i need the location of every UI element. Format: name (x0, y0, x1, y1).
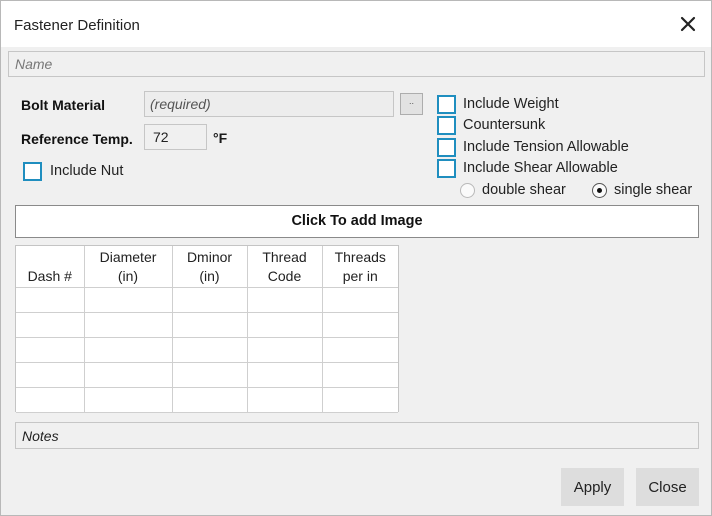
column-header-dash[interactable]: Dash # (16, 246, 85, 287)
radio-circle[interactable] (592, 182, 607, 198)
table-cell[interactable] (171, 336, 248, 363)
dash-table: Dash # Diameter (in) Dminor (in) Thread Cod… (15, 245, 399, 413)
include-tension-allowable-checkbox[interactable]: Include Tension Allowable (437, 137, 629, 157)
table-cell[interactable] (321, 386, 398, 413)
countersunk-label: Countersunk (463, 117, 546, 133)
column-header-diameter[interactable]: Diameter (in) (84, 246, 173, 287)
table-cell[interactable] (83, 386, 173, 413)
table-cell[interactable] (321, 286, 398, 313)
name-input[interactable] (8, 51, 705, 77)
fastener-definition-dialog: Fastener Definition Bolt Material .. Ref… (0, 0, 712, 516)
single-shear-label: single shear (614, 182, 693, 198)
table-cell[interactable] (171, 311, 248, 338)
table-cell[interactable] (16, 361, 85, 388)
checkbox-box[interactable] (437, 158, 456, 178)
close-x-icon[interactable] (677, 13, 699, 35)
table-cell[interactable] (16, 286, 85, 313)
checkbox-box[interactable] (23, 161, 42, 181)
temperature-unit: °F (213, 130, 228, 146)
bolt-material-input[interactable] (144, 91, 394, 117)
dialog-title: Fastener Definition (14, 17, 140, 34)
table-cell[interactable] (321, 361, 398, 388)
include-shear-allowable-label: Include Shear Allowable (463, 160, 618, 176)
reference-temp-label: Reference Temp. (21, 131, 133, 147)
notes-input[interactable] (15, 422, 699, 449)
column-header-dminor[interactable]: Dminor (in) (172, 246, 248, 287)
include-shear-allowable-checkbox[interactable]: Include Shear Allowable (437, 158, 618, 178)
table-cell[interactable] (246, 386, 323, 413)
add-image-button[interactable]: Click To add Image (15, 205, 699, 238)
table-cell[interactable] (16, 386, 85, 413)
table-cell[interactable] (171, 286, 248, 313)
table-cell[interactable] (83, 311, 173, 338)
table-row (16, 286, 398, 313)
table-cell[interactable] (171, 361, 248, 388)
table-row (16, 311, 398, 338)
include-weight-label: Include Weight (463, 96, 559, 112)
include-tension-allowable-label: Include Tension Allowable (463, 139, 629, 155)
table-row (16, 336, 398, 363)
countersunk-checkbox[interactable]: Countersunk (437, 115, 545, 135)
include-weight-checkbox[interactable]: Include Weight (437, 94, 559, 114)
bolt-material-browse-button[interactable]: .. (400, 93, 423, 115)
table-cell[interactable] (16, 311, 85, 338)
table-cell[interactable] (246, 286, 323, 313)
column-header-thread-code[interactable]: Thread Code (247, 246, 323, 287)
apply-button[interactable]: Apply (561, 468, 624, 506)
table-cell[interactable] (321, 336, 398, 363)
table-cell[interactable] (246, 361, 323, 388)
table-cell[interactable] (83, 286, 173, 313)
single-shear-radio[interactable]: single shear (592, 181, 692, 199)
table-row (16, 386, 398, 413)
title-bar: Fastener Definition (1, 1, 711, 47)
checkbox-box[interactable] (437, 137, 456, 157)
table-cell[interactable] (83, 336, 173, 363)
table-row (16, 361, 398, 388)
checkbox-box[interactable] (437, 94, 456, 114)
include-nut-label: Include Nut (50, 163, 124, 179)
checkbox-box[interactable] (437, 115, 456, 135)
table-cell[interactable] (321, 311, 398, 338)
double-shear-label: double shear (482, 182, 566, 198)
include-nut-checkbox[interactable]: Include Nut (23, 161, 123, 181)
close-button[interactable]: Close (636, 468, 699, 506)
radio-circle[interactable] (460, 182, 475, 198)
table-cell[interactable] (246, 311, 323, 338)
table-cell[interactable] (16, 336, 85, 363)
reference-temp-input[interactable] (144, 124, 207, 150)
bolt-material-label: Bolt Material (21, 97, 106, 113)
table-cell[interactable] (83, 361, 173, 388)
table-cell[interactable] (246, 336, 323, 363)
table-header-row: Dash # Diameter (in) Dminor (in) Thread Cod… (16, 246, 398, 287)
table-cell[interactable] (171, 386, 248, 413)
double-shear-radio[interactable]: double shear (460, 181, 566, 199)
column-header-threads-per-in[interactable]: Threads per in (322, 246, 398, 287)
